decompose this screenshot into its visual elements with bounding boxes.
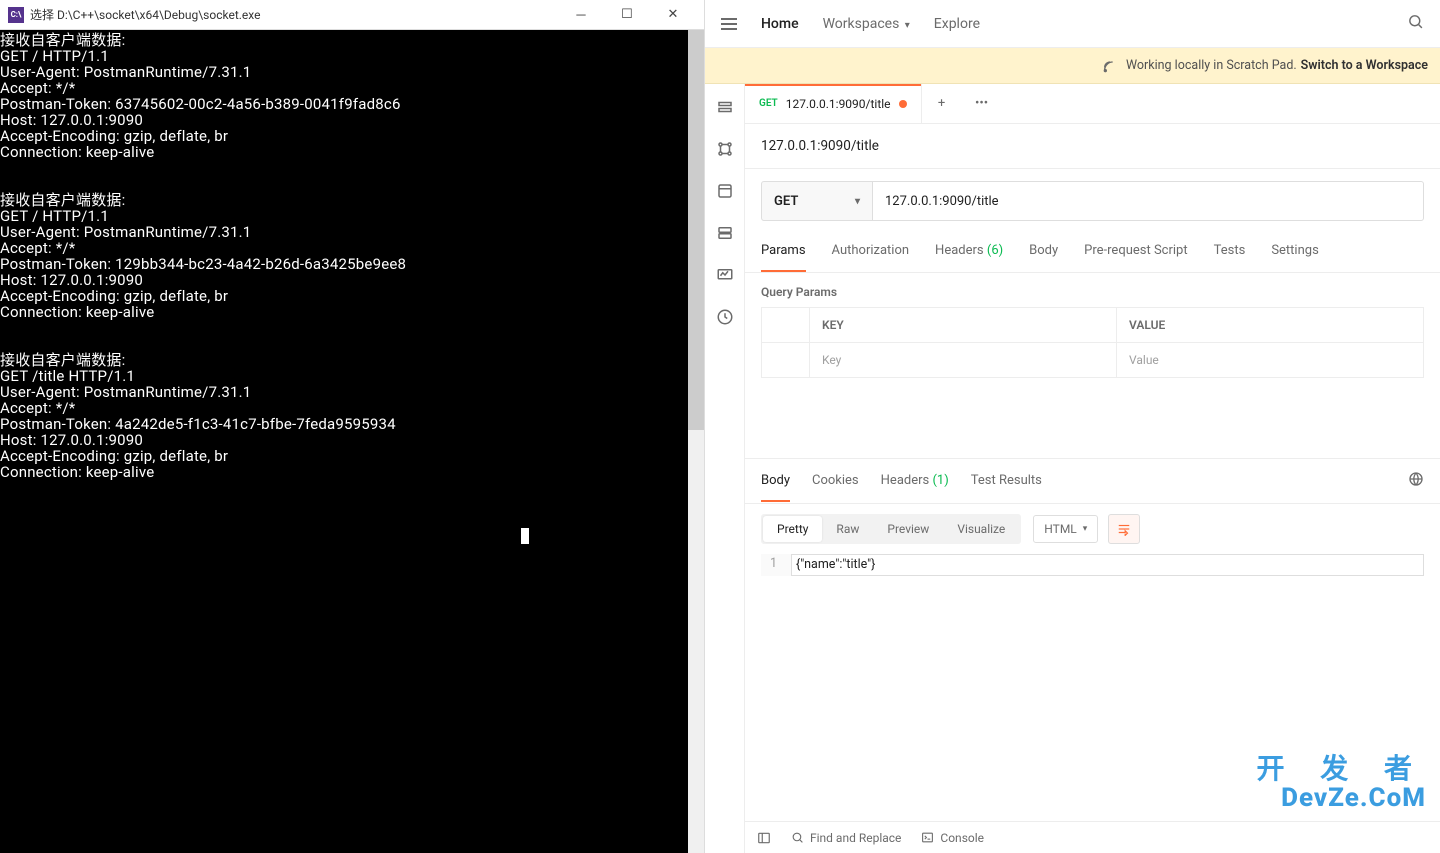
apis-icon[interactable] [716,140,734,158]
view-visualize[interactable]: Visualize [943,516,1019,542]
mock-servers-icon[interactable] [716,224,734,242]
response-meta-icon[interactable] [1408,471,1424,503]
tab-headers[interactable]: Headers (6) [935,233,1003,272]
banner-link[interactable]: Switch to a Workspace [1301,58,1428,73]
console-scrollbar[interactable] [688,30,704,853]
chevron-down-icon: ▾ [1083,524,1088,534]
view-raw[interactable]: Raw [822,516,873,542]
table-check-cell[interactable] [762,343,810,377]
scratch-pad-banner: Working locally in Scratch Pad. Switch t… [705,48,1440,84]
table-key-header: KEY [810,308,1117,342]
query-params-label: Query Params [745,273,1440,307]
hamburger-menu-icon[interactable] [721,18,737,30]
http-method-select[interactable]: GET ▾ [761,181,873,221]
line-number: 1 [761,554,791,576]
history-icon[interactable] [716,308,734,326]
table-value-header: VALUE [1117,308,1423,342]
monitors-icon[interactable] [716,266,734,284]
param-value-input[interactable]: Value [1117,343,1423,377]
param-key-input[interactable]: Key [810,343,1117,377]
console-output[interactable]: 接收自客户端数据: GET / HTTP/1.1 User-Agent: Pos… [0,30,704,853]
request-section-tabs: Params Authorization Headers (6) Body Pr… [745,233,1440,273]
view-pretty[interactable]: Pretty [763,516,822,542]
wrap-lines-button[interactable] [1108,514,1140,544]
request-tabs-bar: GET 127.0.0.1:9090/title + ••• [745,84,1440,124]
resp-tab-headers[interactable]: Headers (1) [881,473,949,502]
tab-method: GET [759,98,778,109]
response-format-select[interactable]: HTML ▾ [1033,515,1098,543]
table-check-col [762,308,810,342]
console-titlebar[interactable]: C:\ 选择 D:\C++\socket\x64\Debug\socket.ex… [0,0,704,30]
tab-authorization[interactable]: Authorization [832,233,910,272]
table-row[interactable]: Key Value [762,343,1423,377]
view-preview[interactable]: Preview [873,516,943,542]
request-name[interactable]: 127.0.0.1:9090/title [745,124,1440,169]
tab-title: 127.0.0.1:9090/title [786,97,891,111]
response-body-text[interactable]: {"name":"title"} [791,554,1424,576]
banner-text: Working locally in Scratch Pad. [1126,58,1297,73]
chevron-down-icon: ▾ [902,20,910,31]
postman-footer: Find and Replace Console [745,821,1440,853]
environments-icon[interactable] [716,182,734,200]
console-scrollbar-thumb[interactable] [688,30,704,430]
console-line: Connection: keep-alive [0,303,154,321]
footer-console[interactable]: Console [921,831,984,845]
tab-params[interactable]: Params [761,233,806,272]
satellite-icon [1102,58,1118,74]
console-title: 选择 D:\C++\socket\x64\Debug\socket.exe [30,6,558,23]
search-icon[interactable] [1407,13,1424,34]
close-button[interactable]: ✕ [650,0,696,30]
nav-workspaces[interactable]: Workspaces ▾ [823,16,910,32]
resp-tab-test-results[interactable]: Test Results [971,473,1042,502]
console-window: C:\ 选择 D:\C++\socket\x64\Debug\socket.ex… [0,0,705,853]
table-header-row: KEY VALUE [762,308,1423,343]
request-tab[interactable]: GET 127.0.0.1:9090/title [745,84,922,123]
nav-home[interactable]: Home [761,16,799,32]
response-body[interactable]: 1 {"name":"title"} [745,554,1440,576]
response-view-mode: Pretty Raw Preview Visualize [761,514,1021,544]
collections-icon[interactable] [716,98,734,116]
console-line: Connection: keep-alive [0,143,154,161]
new-tab-button[interactable]: + [922,84,962,123]
url-input[interactable]: 127.0.0.1:9090/title [873,181,1424,221]
nav-explore[interactable]: Explore [934,16,980,32]
footer-find-replace[interactable]: Find and Replace [791,831,901,845]
response-panel: Body Cookies Headers (1) Test Results Pr… [745,458,1440,821]
maximize-button[interactable]: ☐ [604,0,650,30]
postman-app: Home Workspaces ▾ Explore Working locall… [705,0,1440,853]
postman-sidebar-rail [705,84,745,853]
tab-body[interactable]: Body [1029,233,1058,272]
postman-header: Home Workspaces ▾ Explore [705,0,1440,48]
response-toolbar: Pretty Raw Preview Visualize HTML ▾ [745,504,1440,554]
console-line: Connection: keep-alive [0,463,154,481]
resp-tab-body[interactable]: Body [761,473,790,502]
resp-tab-cookies[interactable]: Cookies [812,473,859,502]
footer-sidebar-toggle[interactable] [757,831,771,845]
tab-prerequest[interactable]: Pre-request Script [1084,233,1187,272]
response-tabs: Body Cookies Headers (1) Test Results [745,459,1440,504]
chevron-down-icon: ▾ [855,196,860,207]
console-cursor [521,528,529,544]
tab-settings[interactable]: Settings [1271,233,1318,272]
query-params-table: KEY VALUE Key Value [761,307,1424,378]
tab-tests[interactable]: Tests [1214,233,1246,272]
code-line: 1 {"name":"title"} [761,554,1424,576]
unsaved-dot-icon [899,100,907,108]
request-url-bar: GET ▾ 127.0.0.1:9090/title [745,169,1440,233]
console-app-icon: C:\ [8,7,24,23]
tab-actions-button[interactable]: ••• [962,84,1002,123]
minimize-button[interactable]: ─ [558,0,604,30]
